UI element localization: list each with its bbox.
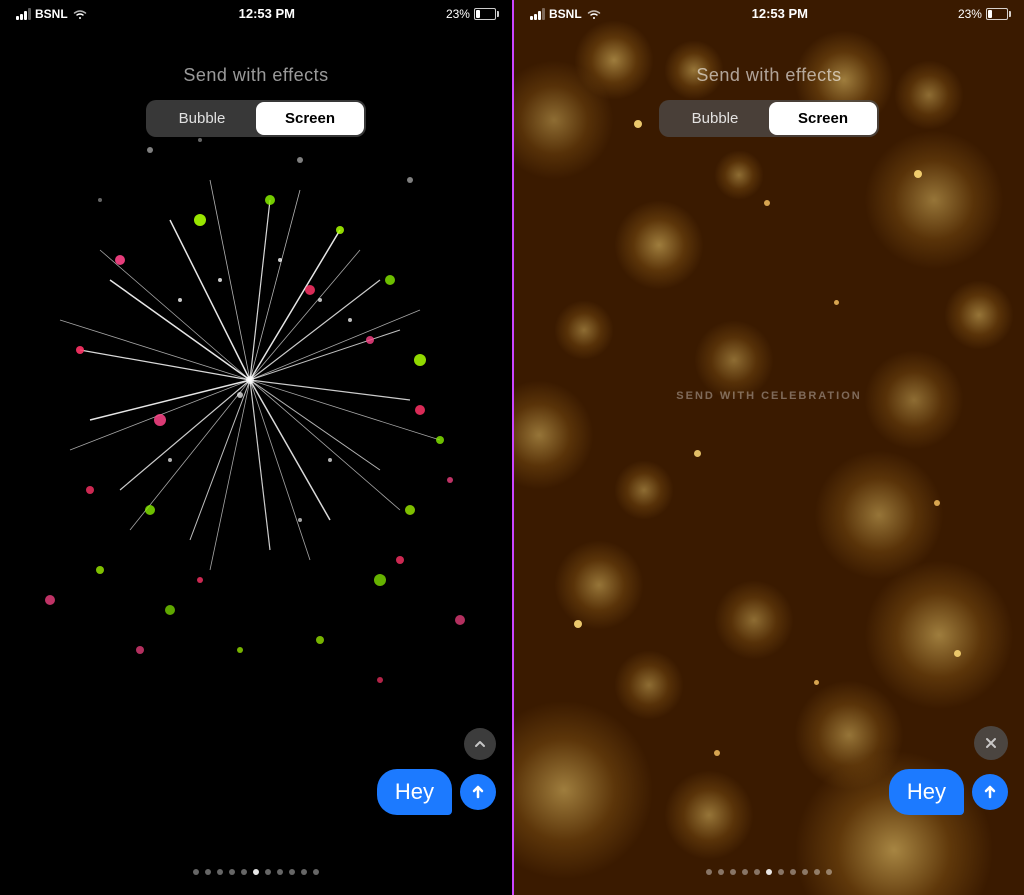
battery-icon-left xyxy=(474,8,496,20)
wifi-icon-right xyxy=(586,8,602,20)
right-phone-screen: BSNL 12:53 PM 23% Send with effects Bubb… xyxy=(512,0,1024,895)
cancel-button-right[interactable] xyxy=(974,726,1008,760)
carrier-name-right: BSNL xyxy=(549,7,582,21)
dot-2-right xyxy=(718,869,724,875)
dot-5-right xyxy=(754,869,760,875)
effects-header-right: Send with effects xyxy=(514,65,1024,86)
status-bar-left: BSNL 12:53 PM 23% xyxy=(0,0,512,25)
battery-area-left: 23% xyxy=(446,7,496,21)
message-bubble-left: Hey xyxy=(377,769,452,815)
battery-percent-left: 23% xyxy=(446,7,470,21)
dot-6-right xyxy=(766,869,772,875)
left-phone-screen: BSNL 12:53 PM 23% Send with effects Bubb… xyxy=(0,0,512,895)
carrier-left: BSNL xyxy=(16,7,88,21)
send-button-right[interactable] xyxy=(972,774,1008,810)
signal-icon-right xyxy=(530,8,545,20)
dot-6-left xyxy=(253,869,259,875)
time-left: 12:53 PM xyxy=(239,6,295,21)
tab-selector-left: Bubble Screen xyxy=(146,100,366,137)
signal-icon-left xyxy=(16,8,31,20)
dot-4-right xyxy=(742,869,748,875)
battery-percent-right: 23% xyxy=(958,7,982,21)
dot-7-left xyxy=(265,869,271,875)
chevron-button-left[interactable] xyxy=(464,728,496,760)
dot-8-left xyxy=(277,869,283,875)
dot-3-left xyxy=(217,869,223,875)
battery-area-right: 23% xyxy=(958,7,1008,21)
message-area-left: Hey xyxy=(377,769,496,815)
dot-1-right xyxy=(706,869,712,875)
dot-11-left xyxy=(313,869,319,875)
screen-tab-left[interactable]: Screen xyxy=(256,102,364,135)
dot-2-left xyxy=(205,869,211,875)
dot-10-right xyxy=(814,869,820,875)
celebration-label: SEND WITH CELEBRATION xyxy=(514,390,1024,402)
bubble-tab-left[interactable]: Bubble xyxy=(148,102,256,135)
page-dots-left xyxy=(0,869,512,875)
time-right: 12:53 PM xyxy=(752,6,808,21)
dot-9-right xyxy=(802,869,808,875)
battery-icon-right xyxy=(986,8,1008,20)
dot-8-right xyxy=(790,869,796,875)
carrier-name-left: BSNL xyxy=(35,7,68,21)
dot-9-left xyxy=(289,869,295,875)
dot-11-right xyxy=(826,869,832,875)
status-bar-right: BSNL 12:53 PM 23% xyxy=(514,0,1024,25)
bubble-tab-right[interactable]: Bubble xyxy=(661,102,769,135)
dot-5-left xyxy=(241,869,247,875)
effects-header-left: Send with effects xyxy=(0,65,512,86)
page-dots-right xyxy=(514,869,1024,875)
dot-7-right xyxy=(778,869,784,875)
dot-4-left xyxy=(229,869,235,875)
message-area-right: Hey xyxy=(889,769,1008,815)
screen-tab-right[interactable]: Screen xyxy=(769,102,877,135)
dot-3-right xyxy=(730,869,736,875)
tab-selector-right: Bubble Screen xyxy=(659,100,879,137)
send-button-left[interactable] xyxy=(460,774,496,810)
carrier-right: BSNL xyxy=(530,7,602,21)
dot-10-left xyxy=(301,869,307,875)
wifi-icon-left xyxy=(72,8,88,20)
dot-1-left xyxy=(193,869,199,875)
message-bubble-right: Hey xyxy=(889,769,964,815)
